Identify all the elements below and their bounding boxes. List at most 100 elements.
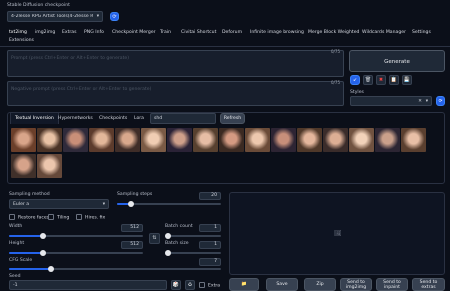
clear-button[interactable]: ✖: [376, 75, 386, 85]
trash-icon: 🗑: [364, 77, 372, 83]
send-to-extras-button[interactable]: Send to extras: [412, 278, 445, 291]
sampling-method-select[interactable]: Euler a ▾: [9, 199, 109, 209]
slider-knob[interactable]: [165, 233, 171, 239]
restore-faces-checkbox[interactable]: Restore faces: [9, 214, 49, 221]
clipboard-button[interactable]: 📋: [389, 75, 399, 85]
tab-extras[interactable]: Extras: [62, 30, 77, 35]
network-card[interactable]: [219, 128, 244, 152]
random-seed-button[interactable]: 🎲: [171, 280, 181, 290]
batch-size-slider[interactable]: [165, 250, 221, 256]
tab-wildcards-manager[interactable]: Wildcards Manager: [362, 30, 406, 35]
batch-count-slider[interactable]: [165, 233, 221, 239]
prompt-textarea[interactable]: Prompt (press Ctrl+Enter or Alt+Enter to…: [7, 49, 344, 77]
checkbox-box: [9, 214, 15, 220]
tab-civitai-shortcut[interactable]: Civitai Shortcut: [181, 30, 216, 35]
refresh-styles-button[interactable]: ⟳: [436, 96, 445, 106]
close-icon: ✖: [378, 77, 384, 83]
tab-checkpoints[interactable]: Checkpoints: [99, 116, 127, 121]
tab-infinite-image-browsing[interactable]: Infinite image browsing: [250, 30, 304, 35]
height-slider[interactable]: [9, 250, 143, 256]
slider-knob[interactable]: [39, 233, 46, 239]
network-card[interactable]: [349, 128, 374, 152]
swap-dimensions-button[interactable]: ⇅: [149, 233, 160, 244]
open-folder-button[interactable]: 📁: [229, 278, 259, 291]
slider-knob[interactable]: [127, 201, 134, 207]
extra-networks-search[interactable]: shd: [150, 113, 216, 124]
styles-label: Styles: [350, 90, 364, 95]
restore-prompt-button[interactable]: ↙: [350, 75, 360, 85]
zip-button[interactable]: Zip: [304, 278, 336, 291]
image-icon: 🖼: [334, 230, 342, 237]
main-tab-bar: txt2img img2img Extras PNG Info Checkpoi…: [0, 28, 450, 37]
generate-button[interactable]: Generate: [349, 50, 445, 72]
tab-lora[interactable]: Lora: [134, 116, 144, 121]
send-to-img2img-button[interactable]: Send to img2img: [340, 278, 372, 291]
chevron-down-icon: ▾: [102, 202, 105, 207]
slider-knob[interactable]: [165, 250, 171, 256]
network-card[interactable]: [193, 128, 218, 152]
batch-size-label: Batch size: [165, 241, 189, 246]
tab-img2img[interactable]: img2img: [35, 30, 55, 35]
tab-checkpoint-merger[interactable]: Checkpoint Merger: [112, 30, 156, 35]
width-input[interactable]: 512: [121, 224, 143, 232]
network-card[interactable]: [89, 128, 114, 152]
arrow-icon: ↙: [353, 78, 357, 83]
cfg-scale-input[interactable]: 7: [199, 258, 221, 266]
network-card[interactable]: [115, 128, 140, 152]
network-card[interactable]: [141, 128, 166, 152]
tiling-checkbox[interactable]: Tiling: [48, 214, 69, 221]
checkpoint-select[interactable]: 4-2lesse RPG Artist Tools(4-2lesse RPG A…: [7, 11, 103, 22]
height-label: Height: [9, 241, 25, 246]
cfg-scale-slider[interactable]: [9, 266, 221, 272]
send-to-inpaint-button[interactable]: Send to inpaint: [376, 278, 408, 291]
network-card[interactable]: [245, 128, 270, 152]
checkbox-box: [76, 214, 82, 220]
seed-label: Seed: [9, 274, 21, 279]
output-gallery: 🖼: [229, 192, 445, 275]
tab-train[interactable]: Train: [160, 30, 171, 35]
refresh-button[interactable]: Refresh: [220, 113, 245, 124]
tab-deforum[interactable]: Deforum: [222, 30, 242, 35]
slider-knob[interactable]: [48, 266, 55, 272]
network-card[interactable]: [323, 128, 348, 152]
tab-png-info[interactable]: PNG Info: [84, 30, 104, 35]
network-card[interactable]: [375, 128, 400, 152]
save-style-button[interactable]: 💾: [402, 75, 412, 85]
styles-select[interactable]: ✕ ▾: [350, 96, 432, 106]
chevron-down-icon: ▾: [96, 14, 99, 19]
sampling-steps-input[interactable]: 20: [199, 192, 221, 200]
network-card[interactable]: [401, 128, 426, 152]
recycle-icon: ♻: [187, 282, 193, 288]
tab-textual-inversion[interactable]: Textual Inversion: [10, 112, 59, 124]
refresh-icon: ⟳: [438, 99, 443, 104]
network-card[interactable]: [167, 128, 192, 152]
width-slider[interactable]: [9, 233, 143, 239]
tab-settings[interactable]: Settings: [412, 30, 431, 35]
slider-knob[interactable]: [39, 250, 46, 256]
tab-extensions[interactable]: Extensions: [9, 38, 34, 43]
network-card[interactable]: [37, 128, 62, 152]
clipboard-icon: 📋: [390, 77, 398, 83]
network-card[interactable]: [11, 128, 36, 152]
tab-merge-block-weighted[interactable]: Merge Block Weighted: [308, 30, 359, 35]
tab-hypernetworks[interactable]: Hypernetworks: [58, 116, 93, 121]
extra-seed-label: Extra: [208, 283, 221, 289]
network-card[interactable]: [63, 128, 88, 152]
hires-fix-checkbox[interactable]: Hires. fix: [76, 214, 105, 221]
batch-count-input[interactable]: 1: [199, 224, 221, 232]
reuse-seed-button[interactable]: ♻: [185, 280, 195, 290]
batch-size-input[interactable]: 1: [199, 241, 221, 249]
refresh-checkpoint-button[interactable]: ⟳: [110, 12, 119, 21]
network-card[interactable]: [37, 154, 62, 178]
height-input[interactable]: 512: [121, 241, 143, 249]
save-button[interactable]: Save: [266, 278, 298, 291]
network-card[interactable]: [11, 154, 36, 178]
network-card[interactable]: [271, 128, 296, 152]
extra-seed-checkbox[interactable]: Extra: [199, 282, 220, 289]
negative-prompt-textarea[interactable]: Negative prompt (press Ctrl+Enter or Alt…: [7, 80, 344, 106]
trash-button[interactable]: 🗑: [363, 75, 373, 85]
tab-txt2img[interactable]: txt2img: [9, 30, 27, 35]
sampling-steps-slider[interactable]: [117, 201, 221, 207]
seed-input[interactable]: -1: [9, 280, 167, 290]
network-card[interactable]: [297, 128, 322, 152]
